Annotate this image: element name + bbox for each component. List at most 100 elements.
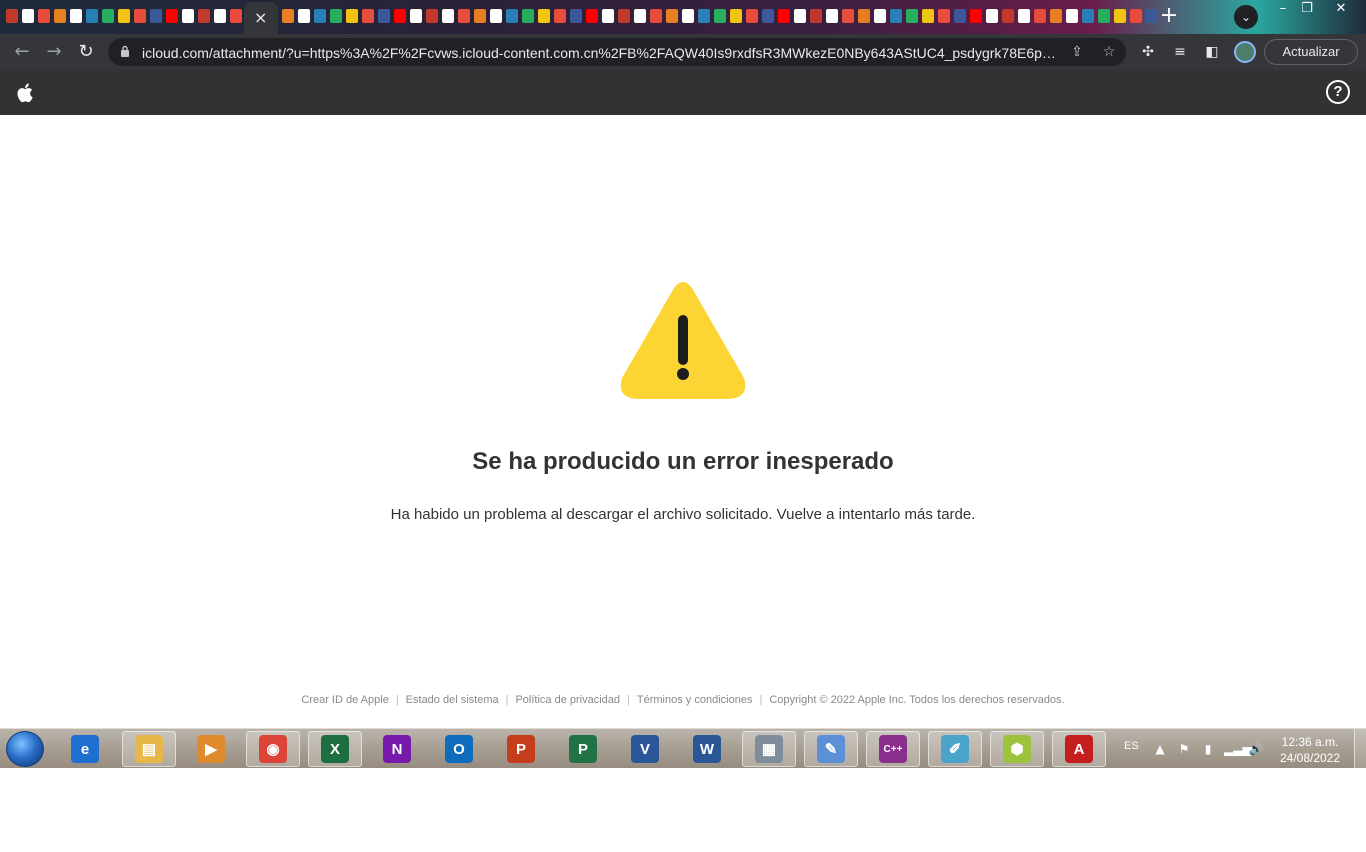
- extensions-icon[interactable]: ✣: [1138, 42, 1158, 62]
- tab-favicon-icon[interactable]: [378, 9, 390, 23]
- tab-favicon-icon[interactable]: [330, 9, 342, 23]
- tab-favicon-icon[interactable]: [1146, 9, 1158, 23]
- tab-close-icon[interactable]: ×: [254, 8, 267, 27]
- tab-favicon-icon[interactable]: [746, 9, 758, 23]
- tab-favicon-icon[interactable]: [810, 9, 822, 23]
- tab-favicon-icon[interactable]: [730, 9, 742, 23]
- tab-favicon-icon[interactable]: [970, 9, 982, 23]
- tab-favicon-icon[interactable]: [458, 9, 470, 23]
- tab-favicon-icon[interactable]: [1066, 9, 1078, 23]
- reload-button[interactable]: ↻: [74, 40, 98, 64]
- taskbar-app-notepad[interactable]: ✐: [928, 731, 982, 767]
- forward-button[interactable]: →: [42, 40, 66, 64]
- taskbar-app-internet-explorer[interactable]: e: [58, 731, 112, 767]
- tab-favicon-icon[interactable]: [986, 9, 998, 23]
- tab-favicon-icon[interactable]: [102, 9, 114, 23]
- tab-favicon-icon[interactable]: [602, 9, 614, 23]
- tab-favicon-icon[interactable]: [938, 9, 950, 23]
- taskbar-app-word[interactable]: W: [680, 731, 734, 767]
- media-queue-icon[interactable]: ≡: [1170, 42, 1190, 62]
- tab-favicon-icon[interactable]: [1130, 9, 1142, 23]
- taskbar-app-paint[interactable]: ✎: [804, 731, 858, 767]
- bookmark-star-icon[interactable]: ☆: [1100, 43, 1118, 61]
- tab-favicon-icon[interactable]: [538, 9, 550, 23]
- url-text[interactable]: icloud.com/attachment/?u=https%3A%2F%2Fc…: [142, 45, 1062, 61]
- address-bar[interactable]: icloud.com/attachment/?u=https%3A%2F%2Fc…: [108, 38, 1126, 66]
- tab-favicon-icon[interactable]: [634, 9, 646, 23]
- tab-favicon-icon[interactable]: [714, 9, 726, 23]
- tab-favicon-icon[interactable]: [410, 9, 422, 23]
- taskbar-app-chrome[interactable]: ◉: [246, 731, 300, 767]
- tab-favicon-icon[interactable]: [906, 9, 918, 23]
- close-window-button[interactable]: ✕: [1326, 0, 1356, 20]
- tab-favicon-icon[interactable]: [778, 9, 790, 23]
- tab-favicon-icon[interactable]: [522, 9, 534, 23]
- taskbar-app-powerpoint[interactable]: P: [494, 731, 548, 767]
- taskbar-app-file-explorer[interactable]: ▤: [122, 731, 176, 767]
- tab-favicon-icon[interactable]: [826, 9, 838, 23]
- tab-favicon-icon[interactable]: [1034, 9, 1046, 23]
- show-hidden-icons-icon[interactable]: ▲: [1152, 741, 1168, 757]
- tab-favicon-icon[interactable]: [762, 9, 774, 23]
- taskbar-app-hexagon-app[interactable]: ⬢: [990, 731, 1044, 767]
- side-panel-icon[interactable]: ◧: [1202, 42, 1222, 62]
- tab-favicon-icon[interactable]: [426, 9, 438, 23]
- tab-favicon-icon[interactable]: [922, 9, 934, 23]
- taskbar-app-onenote[interactable]: N: [370, 731, 424, 767]
- tab-favicon-icon[interactable]: [298, 9, 310, 23]
- new-tab-button[interactable]: +: [1158, 5, 1180, 27]
- tab-favicon-icon[interactable]: [1002, 9, 1014, 23]
- tab-favicon-icon[interactable]: [650, 9, 662, 23]
- tab-favicon-icon[interactable]: [858, 9, 870, 23]
- tab-favicon-icon[interactable]: [70, 9, 82, 23]
- tab-favicon-icon[interactable]: [1018, 9, 1030, 23]
- tab-favicon-icon[interactable]: [22, 9, 34, 23]
- tab-favicon-icon[interactable]: [182, 9, 194, 23]
- language-indicator[interactable]: ES: [1124, 740, 1139, 752]
- tab-favicon-icon[interactable]: [166, 9, 178, 23]
- tab-favicon-icon[interactable]: [554, 9, 566, 23]
- show-desktop-button[interactable]: [1354, 729, 1366, 769]
- system-status-link[interactable]: Estado del sistema: [406, 694, 499, 706]
- tab-favicon-icon[interactable]: [362, 9, 374, 23]
- tab-favicon-icon[interactable]: [842, 9, 854, 23]
- tab-favicon-icon[interactable]: [474, 9, 486, 23]
- tab-favicon-icon[interactable]: [666, 9, 678, 23]
- tab-favicon-icon[interactable]: [682, 9, 694, 23]
- tab-favicon-icon[interactable]: [1050, 9, 1062, 23]
- taskbar-app-excel[interactable]: X: [308, 731, 362, 767]
- create-apple-id-link[interactable]: Crear ID de Apple: [301, 694, 388, 706]
- tab-favicon-icon[interactable]: [394, 9, 406, 23]
- apple-logo-icon[interactable]: [16, 82, 36, 104]
- tab-favicon-icon[interactable]: [586, 9, 598, 23]
- restore-button[interactable]: ❐: [1292, 0, 1322, 20]
- taskbar-app-acrobat[interactable]: A: [1052, 731, 1106, 767]
- tab-search-button[interactable]: ⌄: [1234, 5, 1258, 29]
- tab-favicon-icon[interactable]: [794, 9, 806, 23]
- tab-favicon-icon[interactable]: [118, 9, 130, 23]
- tab-favicon-icon[interactable]: [954, 9, 966, 23]
- taskbar-app-visio[interactable]: V: [618, 731, 672, 767]
- taskbar-app-media-player[interactable]: ▶: [184, 731, 238, 767]
- taskbar-app-project[interactable]: P: [556, 731, 610, 767]
- taskbar-app-notepad-plus-plus[interactable]: C++: [866, 731, 920, 767]
- tab-favicon-icon[interactable]: [570, 9, 582, 23]
- taskbar-app-calculator[interactable]: ▦: [742, 731, 796, 767]
- tab-favicon-icon[interactable]: [1114, 9, 1126, 23]
- tab-favicon-icon[interactable]: [314, 9, 326, 23]
- battery-icon[interactable]: ▮: [1200, 741, 1216, 757]
- help-button[interactable]: ?: [1326, 80, 1350, 104]
- tab-favicon-icon[interactable]: [346, 9, 358, 23]
- tab-favicon-icon[interactable]: [54, 9, 66, 23]
- tab-favicon-icon[interactable]: [618, 9, 630, 23]
- tab-favicon-icon[interactable]: [150, 9, 162, 23]
- tab-favicon-icon[interactable]: [282, 9, 294, 23]
- update-button[interactable]: Actualizar: [1264, 39, 1358, 65]
- tab-favicon-icon[interactable]: [134, 9, 146, 23]
- tab-favicon-icon[interactable]: [198, 9, 210, 23]
- tab-favicon-icon[interactable]: [1098, 9, 1110, 23]
- terms-link[interactable]: Términos y condiciones: [637, 694, 753, 706]
- tab-favicon-icon[interactable]: [6, 9, 18, 23]
- network-icon[interactable]: ▂▃▅: [1224, 741, 1252, 757]
- share-icon[interactable]: ⇪: [1068, 43, 1086, 61]
